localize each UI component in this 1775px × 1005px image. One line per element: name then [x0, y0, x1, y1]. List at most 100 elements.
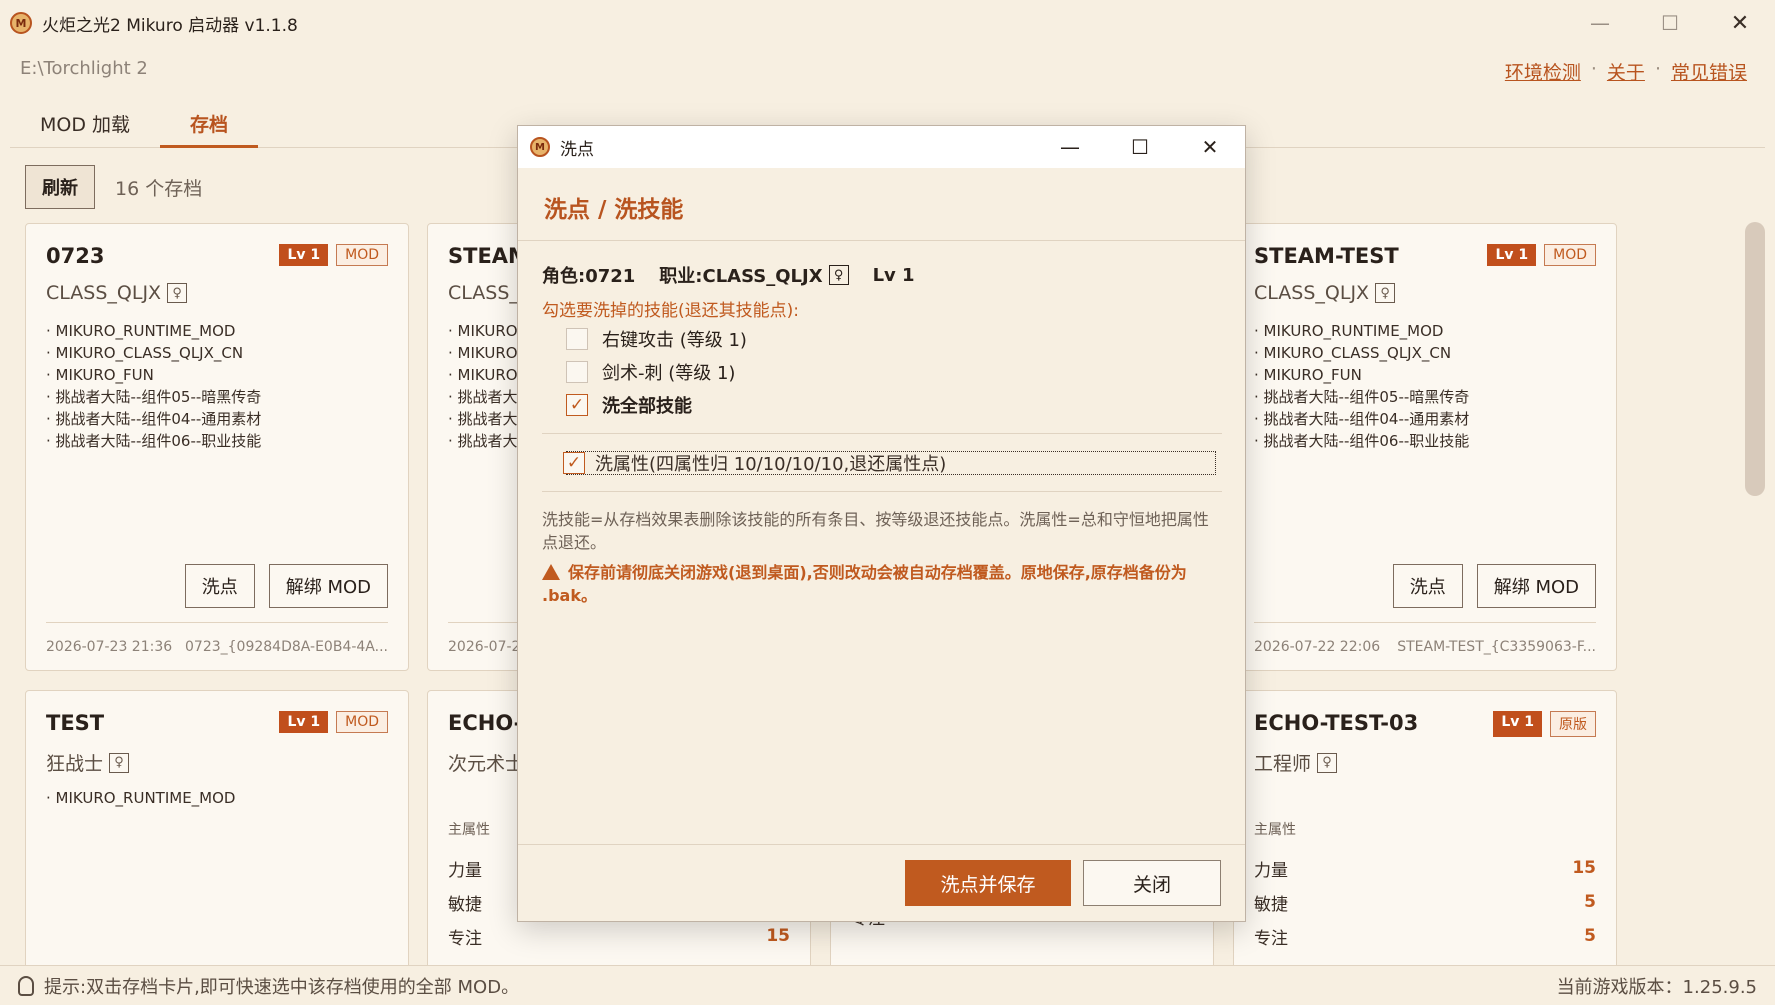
tab-mod-load[interactable]: MOD 加载	[10, 100, 160, 147]
dialog-heading: 洗点 / 洗技能	[544, 197, 684, 223]
level-badge: Lv 1	[1493, 711, 1542, 737]
save-name: STEAM-TEST	[1254, 244, 1399, 268]
save-name: 0723	[46, 244, 105, 268]
attr-label: 专注	[1254, 928, 1288, 949]
female-icon: ♀	[1317, 752, 1338, 773]
warning-message: 保存前请彻底关闭游戏(退到桌面),否则改动会被自动存档覆盖。原地保存,原存档备份…	[542, 563, 1187, 605]
unbind-mod-button[interactable]: 解绑 MOD	[268, 564, 388, 608]
divider	[518, 240, 1245, 241]
class-name: 次元术士	[448, 753, 525, 775]
list-item: · MIKURO_FUN	[46, 366, 154, 384]
mod-badge: MOD	[336, 244, 388, 266]
status-hint: 提示:双击存档卡片,即可快速选中该存档使用的全部 MOD。	[44, 976, 520, 998]
skill-label: 剑术-刺 (等级 1)	[602, 363, 736, 384]
level-badge: Lv 1	[1487, 244, 1537, 266]
warning-text: 保存前请彻底关闭游戏(退到桌面),否则改动会被自动存档覆盖。原地保存,原存档备份…	[542, 561, 1222, 607]
save-card[interactable]: 0723 Lv 1 MOD CLASS_QLJX ♀ · MIKURO_RUNT…	[25, 223, 409, 671]
link-separator: ·	[1590, 58, 1597, 80]
attr-reset-option[interactable]: ✓ 洗属性(四属性归 10/10/10/10,退还属性点)	[563, 451, 1216, 475]
attr-value: 15	[766, 926, 790, 946]
list-item: · MIKURO_CLASS_QLJX_CN	[1254, 344, 1452, 362]
all-skills-label: 洗全部技能	[602, 396, 692, 417]
skill-option[interactable]: 剑术-刺 (等级 1)	[566, 359, 735, 385]
app-logo-icon: M	[530, 137, 550, 157]
all-skills-checkbox[interactable]: ✓	[566, 394, 588, 416]
attr-title: 主属性	[1254, 822, 1296, 838]
list-item: · 挑战者大陆--组件05--暗黑传奇	[46, 388, 262, 406]
list-item: · 挑战者大陆--组件06--职业技能	[1254, 432, 1470, 450]
close-icon[interactable]: ✕	[1175, 126, 1245, 168]
attr-value: 15	[1572, 858, 1596, 878]
title-bar: M 火炬之光2 Mikuro 启动器 v1.1.8 — ☐ ✕	[0, 0, 1775, 46]
close-icon[interactable]: ✕	[1705, 0, 1775, 46]
save-name: TEST	[46, 711, 105, 735]
character-class: 职业:CLASS_QLJX	[659, 266, 823, 287]
respec-dialog: M 洗点 — ☐ ✕ 洗点 / 洗技能 角色:0721 职业:CLASS_QLJ…	[517, 125, 1246, 922]
vanilla-badge: 原版	[1550, 711, 1596, 737]
dialog-title-bar: M 洗点 — ☐ ✕	[518, 126, 1245, 168]
minimize-icon[interactable]: —	[1035, 126, 1105, 168]
maximize-icon[interactable]: ☐	[1105, 126, 1175, 168]
tab-saves[interactable]: 存档	[160, 100, 259, 148]
unbind-mod-button[interactable]: 解绑 MOD	[1476, 564, 1596, 608]
list-item: · MIKURO_FUN	[1254, 366, 1362, 384]
divider	[542, 491, 1222, 492]
save-card[interactable]: STEAM-TEST Lv 1 MOD CLASS_QLJX ♀ · MIKUR…	[1233, 223, 1617, 671]
character-level: Lv 1	[872, 264, 915, 286]
dialog-footer: 洗点并保存 关闭	[518, 844, 1245, 921]
female-icon: ♀	[828, 265, 849, 285]
list-item: · MIKURO_RUNTIME_MOD	[46, 789, 236, 807]
status-bar: 提示:双击存档卡片,即可快速选中该存档使用的全部 MOD。 当前游戏版本：1.2…	[0, 965, 1775, 1005]
app-logo-icon: M	[10, 12, 32, 34]
class-name: 工程师	[1254, 753, 1312, 775]
class-name: 狂战士	[46, 753, 104, 775]
list-item: · MIKURO	[448, 344, 518, 362]
respec-save-button[interactable]: 洗点并保存	[905, 860, 1071, 906]
mod-badge: MOD	[336, 711, 388, 733]
attr-label: 专注	[448, 928, 482, 949]
about-link[interactable]: 关于	[1607, 58, 1645, 85]
warning-icon	[542, 564, 560, 580]
window-title: 火炬之光2 Mikuro 启动器 v1.1.8	[42, 15, 298, 36]
close-button[interactable]: 关闭	[1083, 860, 1221, 906]
attr-label: 敏捷	[448, 894, 482, 915]
maximize-icon[interactable]: ☐	[1635, 0, 1705, 46]
class-name: CLASS_QLJX	[46, 282, 162, 304]
class-name: CLASS_	[448, 282, 519, 304]
list-item: · 挑战者大陆--组件05--暗黑传奇	[1254, 388, 1470, 406]
attr-label: 力量	[448, 860, 482, 881]
env-check-link[interactable]: 环境检测	[1505, 58, 1581, 85]
attr-reset-checkbox[interactable]: ✓	[563, 452, 585, 474]
list-item: · MIKURO_RUNTIME_MOD	[1254, 322, 1444, 340]
save-file: 0723_{09284D8A-E0B4-4A...	[185, 639, 388, 655]
skill-checkbox[interactable]	[566, 361, 588, 383]
refresh-button[interactable]: 刷新	[25, 165, 95, 209]
save-card[interactable]: ECHO-TEST-03 Lv 1 原版 工程师 ♀ 主属性 力量 15 敏捷 5 …	[1233, 690, 1617, 990]
mod-list: · MIKURO_RUNTIME_MOD · MIKURO_CLASS_QLJX…	[1254, 320, 1469, 452]
list-item: · MIKURO_CLASS_QLJX_CN	[46, 344, 244, 362]
respec-button[interactable]: 洗点	[184, 564, 255, 608]
respec-button[interactable]: 洗点	[1392, 564, 1463, 608]
save-card[interactable]: TEST Lv 1 MOD 狂战士 ♀ · MIKURO_RUNTIME_MOD	[25, 690, 409, 990]
skill-option[interactable]: 右键攻击 (等级 1)	[566, 326, 747, 352]
attr-label: 敏捷	[1254, 894, 1288, 915]
mod-list: · MIKURO_RUNTIME_MOD · MIKURO_CLASS_QLJX…	[46, 320, 261, 452]
game-version: 当前游戏版本：1.25.9.5	[1556, 976, 1757, 998]
errors-link[interactable]: 常见错误	[1671, 58, 1747, 85]
attr-value: 5	[1584, 892, 1596, 912]
saves-toolbar: 刷新 16 个存档	[25, 165, 202, 209]
all-skills-option[interactable]: ✓ 洗全部技能	[566, 392, 692, 418]
scrollbar-thumb[interactable]	[1745, 222, 1765, 496]
skill-label: 右键攻击 (等级 1)	[602, 330, 747, 351]
top-links: 环境检测 · 关于 · 常见错误	[1505, 58, 1747, 85]
list-item: · 挑战者大	[448, 388, 518, 406]
respec-description: 洗技能=从存档效果表删除该技能的所有条目、按等级退还技能点。洗属性=总和守恒地把…	[542, 510, 1209, 552]
mod-list: · MIKURO · MIKURO · MIKURO · 挑战者大 · 挑战者大…	[448, 320, 518, 452]
attr-value: 5	[1584, 926, 1596, 946]
female-icon: ♀	[109, 752, 130, 773]
skill-checkbox[interactable]	[566, 328, 588, 350]
class-name: CLASS_QLJX	[1254, 282, 1370, 304]
list-item: · MIKURO	[448, 322, 518, 340]
mod-list: · MIKURO_RUNTIME_MOD	[46, 787, 235, 809]
minimize-icon[interactable]: —	[1565, 0, 1635, 46]
